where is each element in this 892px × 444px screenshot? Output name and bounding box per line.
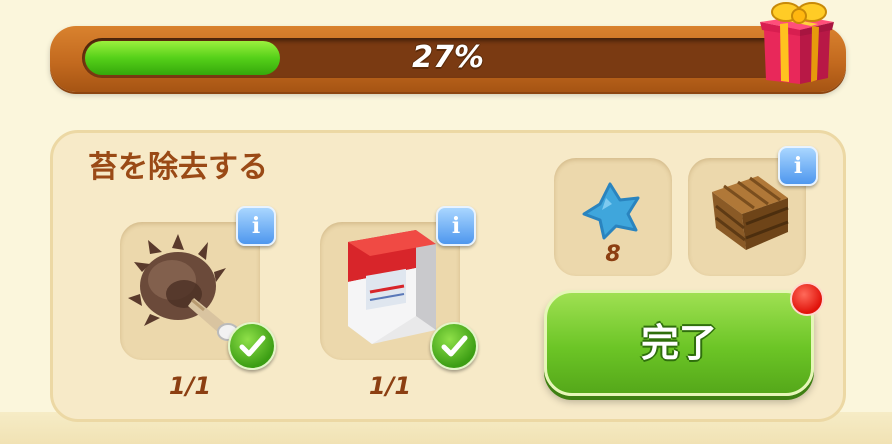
item-count-cleaner: 1/1 bbox=[368, 372, 412, 400]
info-icon[interactable]: i bbox=[436, 206, 476, 246]
notification-dot bbox=[790, 282, 824, 316]
info-icon[interactable]: i bbox=[236, 206, 276, 246]
progress-bar: 27% bbox=[50, 26, 846, 92]
task-title: 苔を除去する bbox=[88, 150, 268, 185]
complete-button-label: 完了 bbox=[640, 321, 717, 365]
progress-label: 27% bbox=[412, 40, 484, 75]
gift-box-icon[interactable] bbox=[756, 0, 836, 92]
item-count-duster: 1/1 bbox=[168, 372, 212, 400]
reward-slot-star[interactable]: 8 bbox=[554, 158, 672, 276]
info-icon[interactable]: i bbox=[778, 146, 818, 186]
checkmark-icon bbox=[430, 322, 478, 370]
checkmark-icon bbox=[228, 322, 276, 370]
reward-count-star: 8 bbox=[605, 242, 621, 267]
complete-button[interactable]: 完了 bbox=[544, 290, 814, 396]
